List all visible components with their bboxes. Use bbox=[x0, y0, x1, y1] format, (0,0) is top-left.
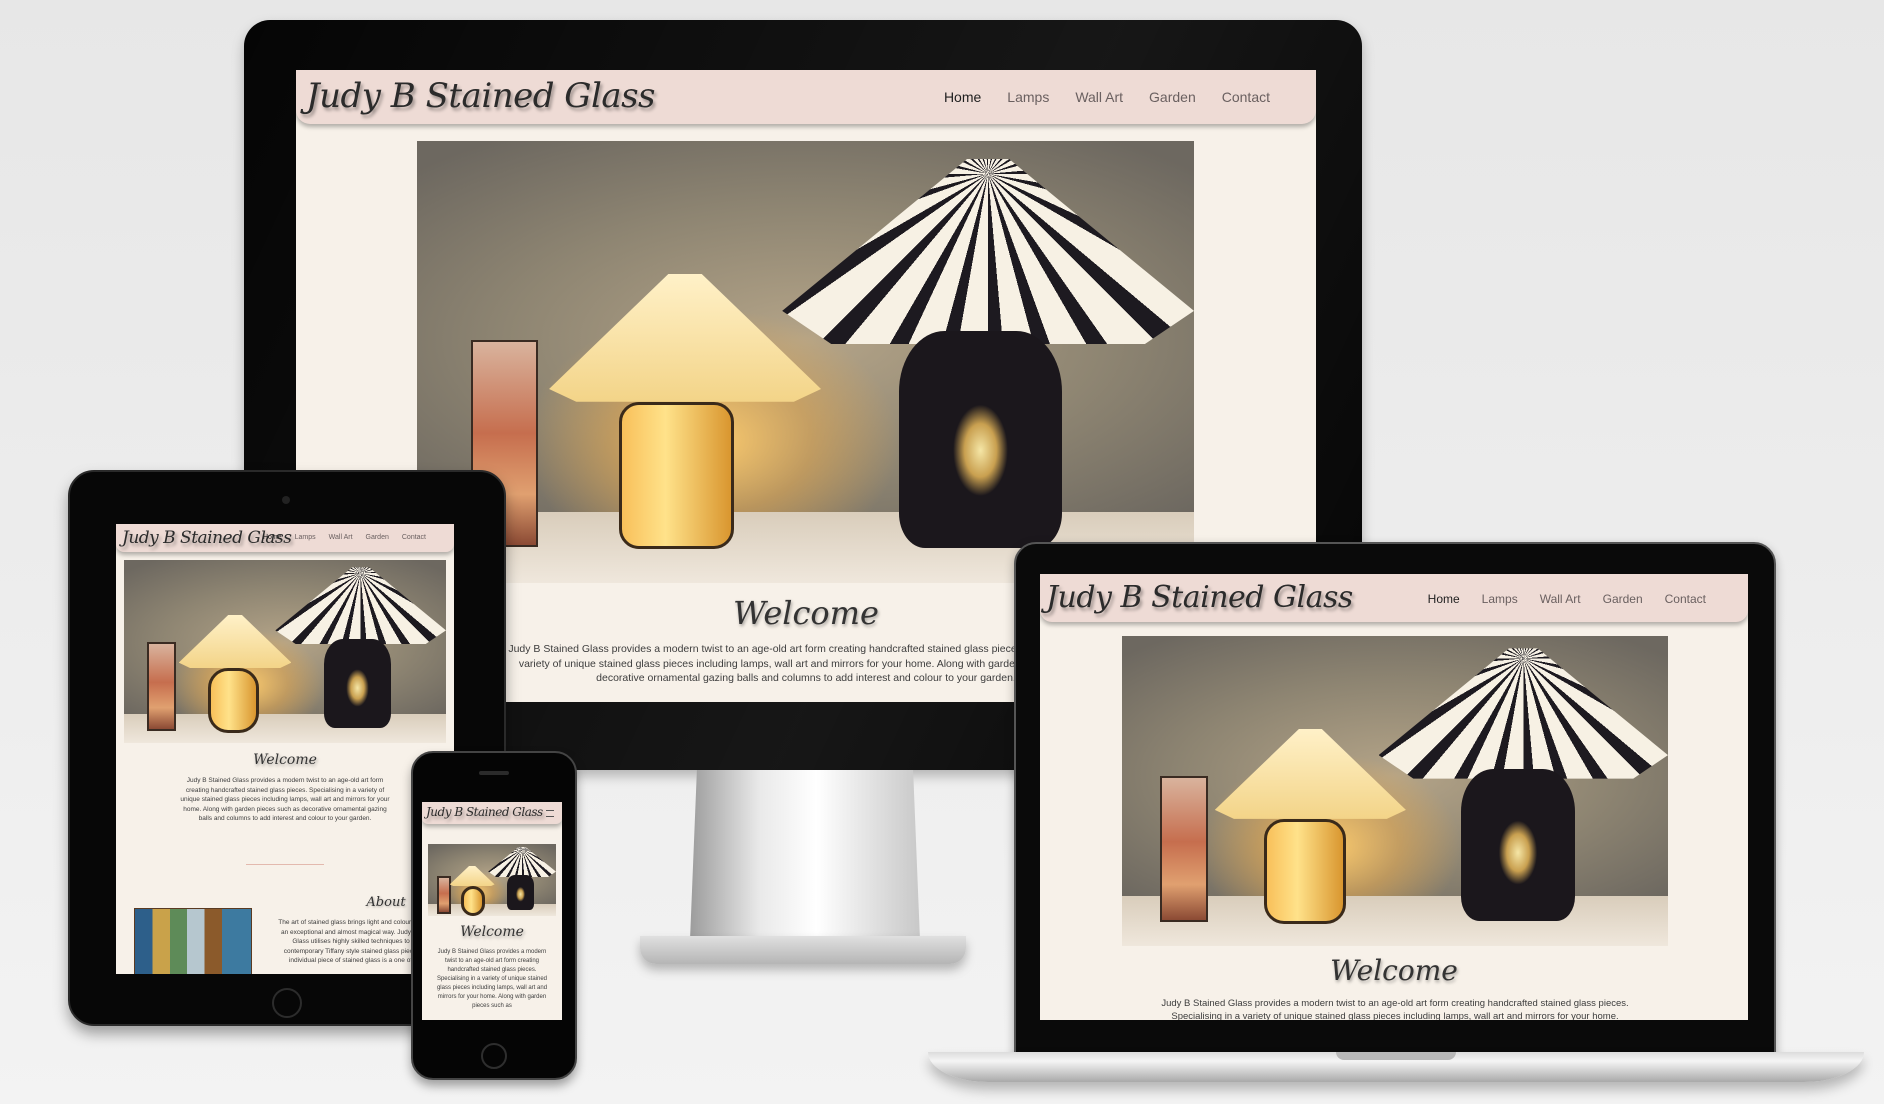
tablet-about-image bbox=[134, 908, 252, 974]
desktop-nav-contact[interactable]: Contact bbox=[1222, 89, 1270, 105]
laptop-intro-text: Judy B Stained Glass provides a modern t… bbox=[1161, 998, 1629, 1020]
desktop-nav-home[interactable]: Home bbox=[944, 89, 981, 105]
tablet-nav-garden[interactable]: Garden bbox=[366, 534, 389, 541]
tablet-nav-lamps[interactable]: Lamps bbox=[295, 534, 316, 541]
phone-navbar: Judy B Stained Glass bbox=[422, 802, 562, 824]
desktop-nav-wall-art[interactable]: Wall Art bbox=[1075, 89, 1123, 105]
tablet-navbar: Judy B Stained Glass Home Lamps Wall Art… bbox=[116, 524, 454, 552]
tablet-hero-image bbox=[124, 560, 446, 743]
tablet-nav-wall-art[interactable]: Wall Art bbox=[329, 534, 353, 541]
tablet-welcome-heading: Welcome bbox=[253, 752, 317, 768]
desktop-hero-image bbox=[417, 141, 1194, 583]
phone-intro-text: Judy B Stained Glass provides a modern t… bbox=[436, 949, 548, 1009]
tablet-intro-text: Judy B Stained Glass provides a modern t… bbox=[180, 777, 390, 822]
phone-screen: Judy B Stained Glass Welcome Judy B Stai… bbox=[422, 802, 562, 1020]
laptop-hero-image bbox=[1122, 636, 1668, 946]
phone-menu-icon[interactable] bbox=[546, 810, 554, 817]
laptop-nav-links: Home Lamps Wall Art Garden Contact bbox=[1428, 592, 1706, 606]
tablet-nav-contact[interactable]: Contact bbox=[402, 534, 426, 541]
desktop-nav-lamps[interactable]: Lamps bbox=[1007, 89, 1049, 105]
desktop-navbar: Judy B Stained Glass Home Lamps Wall Art… bbox=[296, 70, 1316, 124]
monitor-stand-base bbox=[640, 936, 966, 964]
laptop-navbar: Judy B Stained Glass Home Lamps Wall Art… bbox=[1040, 574, 1748, 622]
laptop-notch bbox=[1336, 1052, 1456, 1060]
phone-speaker-icon bbox=[479, 771, 509, 775]
phone-welcome-heading: Welcome bbox=[460, 924, 524, 940]
tablet-screen: Judy B Stained Glass Home Lamps Wall Art… bbox=[116, 524, 454, 974]
desktop-brand-logo[interactable]: Judy B Stained Glass bbox=[306, 76, 656, 116]
desktop-nav-garden[interactable]: Garden bbox=[1149, 89, 1196, 105]
monitor-stand-neck bbox=[690, 770, 920, 940]
phone-home-button[interactable] bbox=[481, 1043, 507, 1069]
laptop-nav-lamps[interactable]: Lamps bbox=[1482, 592, 1518, 606]
laptop-welcome-heading: Welcome bbox=[1330, 954, 1458, 987]
laptop-screen: Judy B Stained Glass Home Lamps Wall Art… bbox=[1040, 574, 1748, 1020]
desktop-nav-links: Home Lamps Wall Art Garden Contact bbox=[944, 89, 1270, 105]
tablet-home-button[interactable] bbox=[272, 988, 302, 1018]
tablet-camera-icon bbox=[282, 496, 290, 504]
laptop-nav-contact[interactable]: Contact bbox=[1665, 592, 1706, 606]
laptop-nav-home[interactable]: Home bbox=[1428, 592, 1460, 606]
laptop-nav-wall-art[interactable]: Wall Art bbox=[1540, 592, 1581, 606]
tablet-nav-home[interactable]: Home bbox=[263, 534, 282, 541]
laptop-nav-garden[interactable]: Garden bbox=[1603, 592, 1643, 606]
phone-hero-image bbox=[428, 844, 556, 916]
tablet-nav-links: Home Lamps Wall Art Garden Contact bbox=[263, 534, 426, 541]
laptop-brand-logo[interactable]: Judy B Stained Glass bbox=[1046, 580, 1353, 615]
phone-brand-logo[interactable]: Judy B Stained Glass bbox=[426, 805, 543, 819]
tablet-section-divider bbox=[246, 864, 324, 865]
